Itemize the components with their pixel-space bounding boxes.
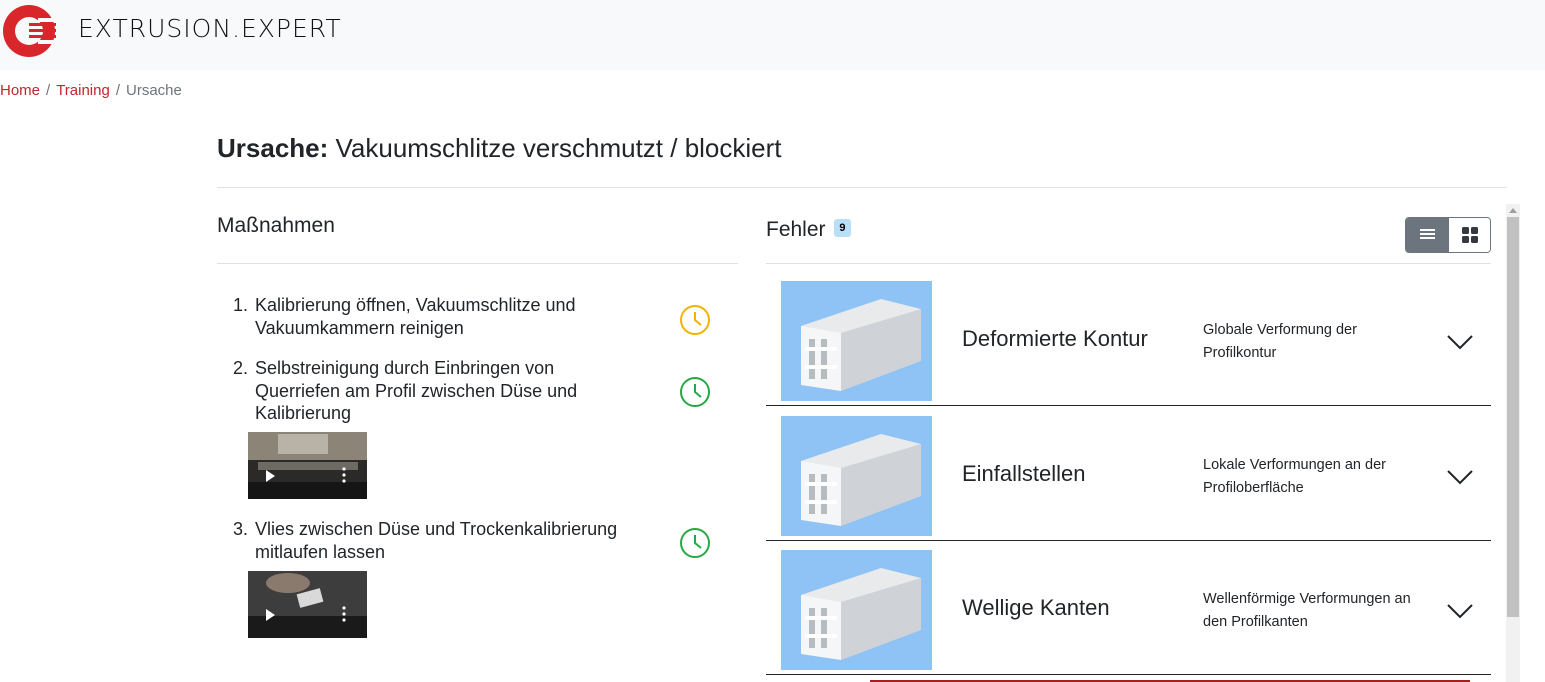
more-options-icon[interactable] xyxy=(342,467,346,483)
video-frame-image xyxy=(248,432,367,499)
video-thumbnail[interactable] xyxy=(248,432,367,499)
divider xyxy=(217,263,738,264)
fehler-name[interactable]: Wellige Kanten xyxy=(962,595,1110,621)
fehler-thumbnail xyxy=(781,550,932,670)
grid-view-icon xyxy=(1462,227,1478,243)
fehler-name[interactable]: Deformierte Kontur xyxy=(962,326,1148,352)
massnahme-number: 2. xyxy=(233,358,249,378)
massnahme-text: Kalibrierung öffnen, Vakuumschlitze und … xyxy=(255,295,576,338)
divider xyxy=(766,263,1491,264)
list-view-icon xyxy=(1420,229,1435,239)
brand-name[interactable]: EXTRUSION.EXPERT xyxy=(78,14,342,43)
clock-icon[interactable] xyxy=(679,304,711,336)
massnahme-item: 1. Kalibrierung öffnen, Vakuumschlitze u… xyxy=(233,294,643,339)
scrollbar-thumb[interactable] xyxy=(1507,217,1519,617)
fehler-scrollbar[interactable] xyxy=(1506,204,1520,682)
brand-logo-icon[interactable] xyxy=(2,4,56,58)
massnahmen-heading: Maßnahmen xyxy=(217,214,335,237)
fehler-row[interactable]: Deformierte Kontur Globale Verformung de… xyxy=(766,271,1491,406)
grid-view-button[interactable] xyxy=(1449,218,1490,252)
list-view-button[interactable] xyxy=(1406,218,1449,252)
fehler-description: Globale Verformung der Profilkontur xyxy=(1203,322,1357,361)
chevron-down-icon[interactable] xyxy=(1446,468,1474,486)
clock-icon[interactable] xyxy=(679,527,711,559)
fehler-count-badge: 9 xyxy=(834,219,851,238)
profile-image xyxy=(801,299,921,391)
scroll-up-icon[interactable] xyxy=(1509,208,1517,213)
breadcrumb-separator: / xyxy=(46,82,51,99)
profile-image xyxy=(801,568,921,660)
more-options-icon[interactable] xyxy=(342,606,346,622)
massnahme-number: 3. xyxy=(233,519,249,539)
fehler-heading: Fehler 9 xyxy=(766,218,851,242)
breadcrumb-separator: / xyxy=(115,82,120,99)
fehler-row[interactable]: Wellige Kanten Wellenförmige Verformunge… xyxy=(766,540,1491,675)
video-frame-image xyxy=(248,571,367,638)
play-icon[interactable] xyxy=(266,609,275,621)
chevron-down-icon[interactable] xyxy=(1446,602,1474,620)
play-icon[interactable] xyxy=(266,470,275,482)
divider xyxy=(217,187,1507,188)
video-thumbnail[interactable] xyxy=(248,571,367,638)
massnahme-text: Selbstreinigung durch Einbringen von Que… xyxy=(255,358,578,423)
fehler-thumbnail xyxy=(781,416,932,536)
chevron-down-icon[interactable] xyxy=(1446,333,1474,351)
massnahme-text: Vlies zwischen Düse und Trockenkalibrier… xyxy=(255,519,618,562)
page-title-prefix: Ursache: xyxy=(217,133,329,163)
breadcrumb: Home / Training / Ursache xyxy=(0,82,182,99)
massnahme-number: 1. xyxy=(233,295,249,315)
massnahme-item: 2. Selbstreinigung durch Einbringen von … xyxy=(233,357,643,425)
breadcrumb-home-link[interactable]: Home xyxy=(0,82,40,99)
fehler-thumbnail xyxy=(781,281,932,401)
clock-icon[interactable] xyxy=(679,376,711,408)
massnahme-item: 3. Vlies zwischen Düse und Trockenkalibr… xyxy=(233,518,643,563)
view-toggle xyxy=(1405,217,1491,253)
breadcrumb-training-link[interactable]: Training xyxy=(56,82,110,99)
fehler-name[interactable]: Einfallstellen xyxy=(962,461,1086,487)
fehler-row[interactable]: Einfallstellen Lokale Verformungen an de… xyxy=(766,406,1491,541)
breadcrumb-current: Ursache xyxy=(126,82,182,99)
fehler-description: Lokale Verformungen an der Profiloberflä… xyxy=(1203,457,1386,496)
fehler-heading-text: Fehler xyxy=(766,218,826,241)
fehler-description: Wellenförmige Verformungen an den Profil… xyxy=(1203,591,1411,630)
page-title-text: Vakuumschlitze verschmutzt / blockiert xyxy=(335,133,782,163)
top-navbar: EXTRUSION.EXPERT xyxy=(0,0,1545,70)
profile-image xyxy=(801,434,921,526)
page-title: Ursache: Vakuumschlitze verschmutzt / bl… xyxy=(217,133,782,164)
row-divider xyxy=(766,674,1491,675)
